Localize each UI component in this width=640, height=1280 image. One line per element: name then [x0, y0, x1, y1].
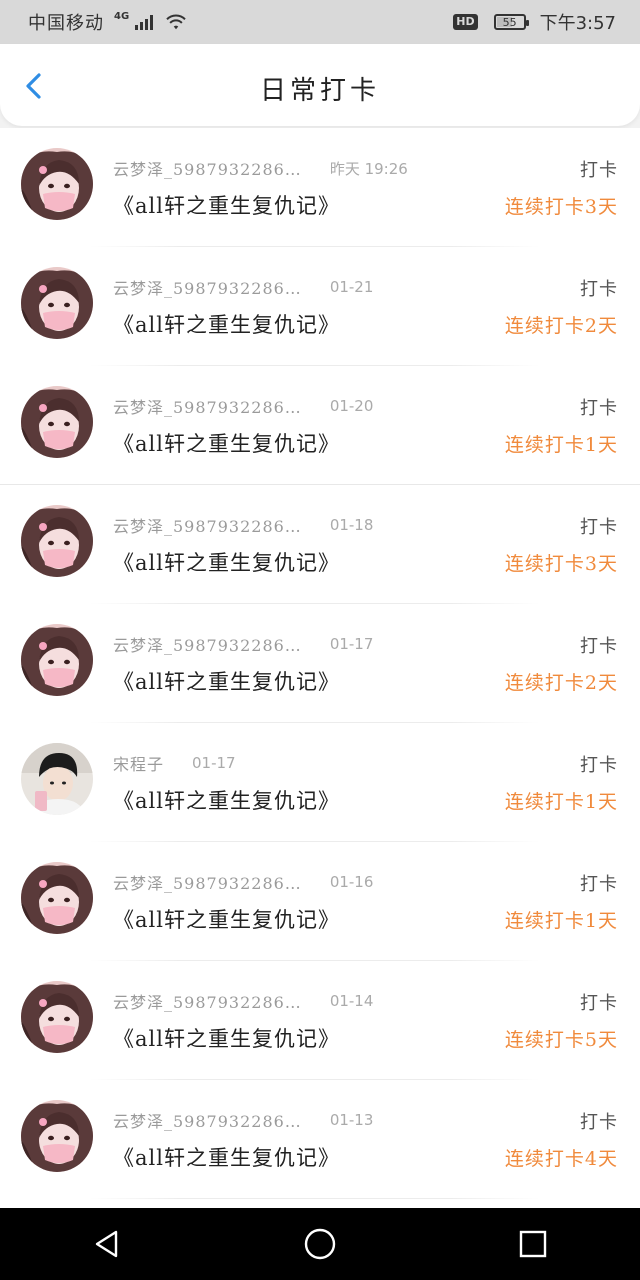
user-name[interactable]: 云梦泽_5987932286…: [113, 989, 302, 1013]
user-name[interactable]: 云梦泽_5987932286…: [113, 275, 302, 299]
avatar-girl[interactable]: [21, 386, 93, 458]
checkin-action-label: 打卡: [580, 279, 618, 300]
avatar-girl[interactable]: [21, 862, 93, 934]
battery-level: 55: [502, 15, 517, 29]
checkin-action-label: 打卡: [580, 874, 618, 895]
checkin-action-label: 打卡: [580, 160, 618, 181]
user-name[interactable]: 云梦泽_5987932286…: [113, 1108, 302, 1132]
item-meta: 云梦泽_5987932286… 昨天 19:26: [113, 156, 408, 180]
signal-icon: [135, 14, 154, 30]
book-title[interactable]: 《all轩之重生复仇记》: [113, 309, 340, 339]
checkin-date: 01-20: [329, 397, 374, 415]
streak-label: 连续打卡5天: [504, 1029, 618, 1051]
nav-recents-button[interactable]: [513, 1224, 553, 1264]
user-name[interactable]: 宋程子: [113, 751, 164, 775]
status-left: 中国移动 4G: [28, 9, 187, 35]
item-meta: 云梦泽_5987932286… 01-17: [113, 632, 373, 656]
item-meta: 云梦泽_5987932286… 01-18: [113, 513, 373, 537]
book-title[interactable]: 《all轩之重生复仇记》: [113, 1142, 340, 1172]
home-circle-icon[interactable]: [303, 1227, 337, 1261]
streak-label: 连续打卡2天: [504, 672, 618, 694]
item-meta: 云梦泽_5987932286… 01-20: [113, 394, 373, 418]
item-meta: 云梦泽_5987932286… 01-13: [113, 1108, 373, 1132]
nav-home-button[interactable]: [300, 1224, 340, 1264]
wifi-icon: [166, 14, 186, 30]
avatar-girl[interactable]: [21, 505, 93, 577]
top-header: 日常打卡: [0, 44, 640, 126]
book-title[interactable]: 《all轩之重生复仇记》: [113, 904, 340, 934]
book-title[interactable]: 《all轩之重生复仇记》: [113, 428, 340, 458]
list-item[interactable]: 云梦泽_5987932286… 01-14 《all轩之重生复仇记》 打卡连续打卡5天: [0, 961, 640, 1080]
streak-label: 连续打卡4天: [504, 1148, 618, 1170]
checkin-date: 01-16: [329, 873, 374, 891]
checkin-action-label: 打卡: [580, 993, 618, 1014]
checkin-list[interactable]: 云梦泽_5987932286… 昨天 19:26 《all轩之重生复仇记》 打卡 连续打…: [0, 128, 640, 1208]
book-title[interactable]: 《all轩之重生复仇记》: [113, 1023, 340, 1053]
avatar-girl[interactable]: [21, 1100, 93, 1172]
list-item[interactable]: 云梦泽_5987932286… 01-17 《all轩之重生复仇记》 打卡连续打卡2天: [0, 604, 640, 723]
checkin-date: 昨天 19:26: [329, 159, 408, 178]
system-nav-bar: [0, 1208, 640, 1280]
checkin-date: 01-17: [329, 635, 374, 653]
carrier-label: 中国移动: [28, 13, 104, 34]
list-item[interactable]: 云梦泽_5987932286… 01-16 《all轩之重生复仇记》 打卡连续打卡1天: [0, 842, 640, 961]
user-name[interactable]: 云梦泽_5987932286…: [113, 156, 302, 180]
divider: [90, 1198, 540, 1199]
list-item[interactable]: 云梦泽_5987932286… 01-20 《all轩之重生复仇记》 打卡连续打卡1天: [0, 366, 640, 485]
avatar-boy[interactable]: [21, 743, 93, 815]
user-name[interactable]: 云梦泽_5987932286…: [113, 632, 302, 656]
book-title[interactable]: 《all轩之重生复仇记》: [113, 190, 340, 220]
list-item[interactable]: 宋程子 01-17 《all轩之重生复仇记》 打卡连续打卡1天: [0, 723, 640, 842]
user-name[interactable]: 云梦泽_5987932286…: [113, 513, 302, 537]
checkin-action-label: 打卡: [580, 755, 618, 776]
item-meta: 云梦泽_5987932286… 01-21: [113, 275, 373, 299]
recents-square-icon[interactable]: [518, 1229, 548, 1259]
checkin-date: 01-18: [329, 516, 374, 534]
avatar-girl[interactable]: [21, 624, 93, 696]
streak-label: 连续打卡3天: [504, 553, 618, 575]
back-triangle-icon[interactable]: [92, 1229, 122, 1259]
book-title[interactable]: 《all轩之重生复仇记》: [113, 547, 340, 577]
network-type-label: 4G: [114, 10, 130, 22]
streak-label: 连续打卡1天: [504, 910, 618, 932]
list-item[interactable]: 云梦泽_5987932286… 01-18 《all轩之重生复仇记》 打卡连续打卡3天: [0, 485, 640, 604]
checkin-date: 01-21: [329, 278, 374, 296]
checkin-action-label: 打卡: [580, 517, 618, 538]
checkin-action-label: 打卡: [580, 398, 618, 419]
avatar-girl[interactable]: [21, 148, 93, 220]
item-meta: 宋程子 01-17: [113, 751, 236, 775]
user-name[interactable]: 云梦泽_5987932286…: [113, 394, 302, 418]
avatar-girl[interactable]: [21, 267, 93, 339]
battery-icon: 55: [493, 14, 529, 30]
user-name[interactable]: 云梦泽_5987932286…: [113, 870, 302, 894]
item-meta: 云梦泽_5987932286… 01-16: [113, 870, 373, 894]
streak-label: 连续打卡1天: [504, 791, 618, 813]
streak-label: 连续打卡3天: [504, 196, 618, 218]
streak-label: 连续打卡1天: [504, 434, 618, 456]
nav-back-button[interactable]: [87, 1224, 127, 1264]
book-title[interactable]: 《all轩之重生复仇记》: [113, 666, 340, 696]
status-time: 下午3:57: [539, 13, 616, 34]
hd-icon: HD: [453, 14, 478, 30]
checkin-action-label: 打卡: [580, 1112, 618, 1133]
checkin-date: 01-14: [329, 992, 374, 1010]
page-title: 日常打卡: [259, 76, 380, 106]
book-title[interactable]: 《all轩之重生复仇记》: [113, 785, 340, 815]
streak-label: 连续打卡2天: [504, 315, 618, 337]
item-meta: 云梦泽_5987932286… 01-14: [113, 989, 373, 1013]
checkin-date: 01-17: [192, 754, 236, 772]
status-right: HD 55 下午3:57: [453, 9, 616, 35]
checkin-action-label: 打卡: [580, 636, 618, 657]
status-bar: 中国移动 4G HD 55 下午3:57: [0, 0, 640, 44]
list-item[interactable]: 云梦泽_5987932286… 01-13 《all轩之重生复仇记》 打卡连续打卡4天: [0, 1080, 640, 1199]
avatar-girl[interactable]: [21, 981, 93, 1053]
list-item[interactable]: 云梦泽_5987932286… 昨天 19:26 《all轩之重生复仇记》 打卡连续打…: [0, 128, 640, 247]
list-item[interactable]: 云梦泽_5987932286… 01-21 《all轩之重生复仇记》 打卡连续打卡2天: [0, 247, 640, 366]
checkin-date: 01-13: [329, 1111, 374, 1129]
